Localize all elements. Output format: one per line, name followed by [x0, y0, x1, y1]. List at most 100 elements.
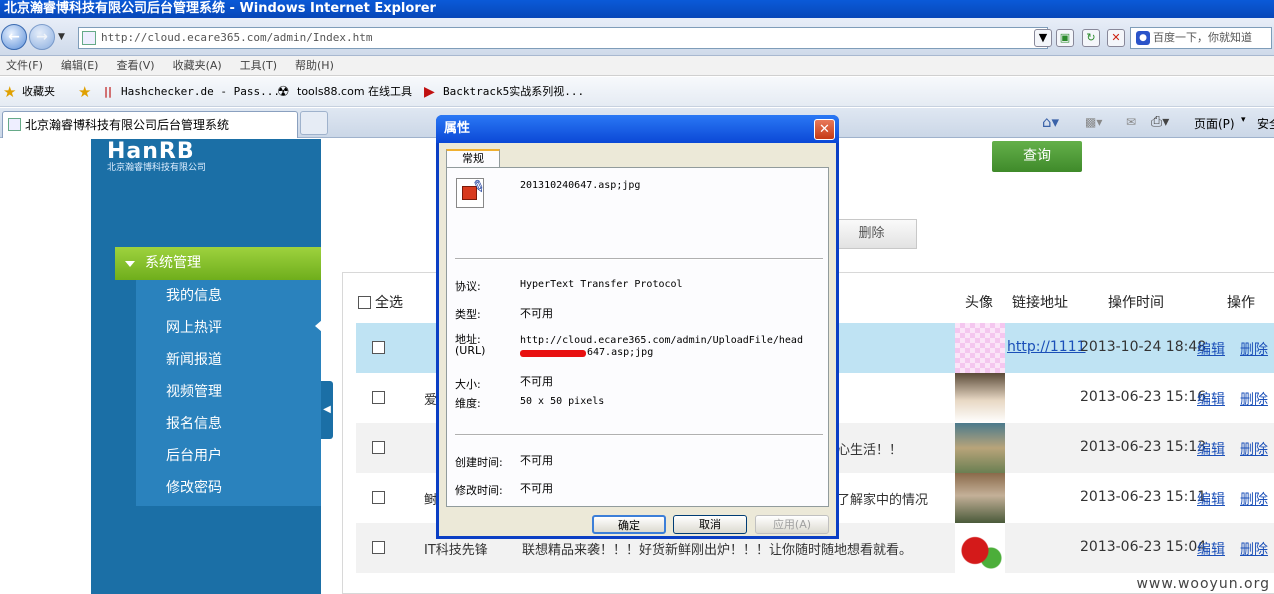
page-menu-arrow-icon: ▾	[1241, 115, 1246, 125]
header-link: 链接地址	[1012, 295, 1068, 311]
row-title: IT科技先锋	[424, 543, 488, 558]
address-input[interactable]: http://cloud.ecare365.com/admin/Index.ht…	[78, 27, 1048, 49]
row-checkbox[interactable]	[372, 341, 385, 354]
type-value: 不可用	[520, 307, 553, 320]
edit-link[interactable]: 编辑	[1197, 439, 1225, 459]
delete-link[interactable]: 删除	[1240, 389, 1268, 409]
delete-link[interactable]: 删除	[1240, 339, 1268, 359]
edit-link[interactable]: 编辑	[1197, 389, 1225, 409]
row-link[interactable]: http://1111	[1007, 339, 1086, 355]
page-icon	[82, 31, 96, 45]
address-dropdown-icon[interactable]: ▼	[1034, 29, 1052, 47]
dimensions-label: 维度:	[455, 397, 481, 410]
address-label-url: (URL)	[455, 344, 486, 357]
search-button[interactable]: 查询	[992, 141, 1082, 172]
feeds-icon[interactable]: ▩▾	[1085, 115, 1102, 129]
file-name: 201310240647.asp;jpg	[520, 180, 641, 191]
avatar	[955, 323, 1005, 373]
address-toolbar: ← → ▼ http://cloud.ecare365.com/admin/In…	[0, 18, 1274, 56]
menu-favorites[interactable]: 收藏夹(A)	[173, 56, 222, 76]
sidebar-item-hot-reviews[interactable]: 网上热评	[166, 312, 222, 344]
avatar	[955, 523, 1005, 573]
tab-title: 北京瀚睿博科技有限公司后台管理系统	[25, 118, 230, 132]
fav-item-tools88[interactable]: tools88.com 在线工具	[297, 77, 412, 107]
star-icon[interactable]: ★	[3, 77, 16, 107]
print-icon[interactable]: ⎙▾	[1151, 114, 1169, 130]
sidebar-section-system[interactable]: 系统管理	[115, 247, 321, 280]
search-input[interactable]: 百度一下，你就知道	[1130, 27, 1272, 49]
close-icon[interactable]: ✕	[814, 119, 835, 140]
row-checkbox[interactable]	[372, 541, 385, 554]
logo: HanRB 北京瀚睿博科技有限公司	[107, 139, 247, 173]
safety-menu[interactable]: 安全	[1257, 115, 1274, 132]
sidebar-item-signup[interactable]: 报名信息	[166, 408, 222, 440]
fav-item-backtrack[interactable]: Backtrack5实战系列视...	[443, 77, 584, 107]
cancel-button[interactable]: 取消	[673, 515, 747, 534]
sidebar-item-my-info[interactable]: 我的信息	[166, 280, 222, 312]
stop-icon[interactable]: ✕	[1107, 29, 1125, 47]
hashchecker-icon: ||	[104, 85, 113, 98]
chevron-down-icon	[125, 261, 135, 267]
menu-help[interactable]: 帮助(H)	[295, 56, 334, 76]
page-icon	[8, 118, 21, 131]
delete-button[interactable]: 删除	[826, 219, 917, 249]
row-content: 可了解家中的情况	[824, 493, 929, 508]
apply-button[interactable]: 应用(A)	[755, 515, 829, 534]
menu-edit[interactable]: 编辑(E)	[61, 56, 99, 76]
compat-view-icon[interactable]: ▣	[1056, 29, 1074, 47]
sidebar-item-news[interactable]: 新闻报道	[166, 344, 222, 376]
row-checkbox[interactable]	[372, 491, 385, 504]
dimensions-value: 50 x 50 pixels	[520, 396, 605, 407]
avatar	[955, 423, 1005, 473]
created-value: 不可用	[520, 454, 553, 467]
baidu-icon: ●	[1136, 31, 1150, 45]
tab-general[interactable]: 常规	[446, 149, 500, 168]
menu-file[interactable]: 文件(F)	[6, 56, 43, 76]
protocol-label: 协议:	[455, 280, 481, 293]
back-button[interactable]: ←	[1, 24, 27, 50]
row-date: 2013-06-23 15:16	[1080, 389, 1207, 405]
general-pane: ✎ 201310240647.asp;jpg 协议: HyperText Tra…	[446, 167, 829, 507]
size-label: 大小:	[455, 378, 481, 391]
select-all-checkbox[interactable]	[358, 296, 371, 309]
bowtie-icon: ▶	[424, 84, 435, 100]
sidebar-item-video[interactable]: 视频管理	[166, 376, 222, 408]
delete-link[interactable]: 删除	[1240, 489, 1268, 509]
row-checkbox[interactable]	[372, 441, 385, 454]
edit-link[interactable]: 编辑	[1197, 339, 1225, 359]
dialog-title: 属性	[436, 115, 839, 143]
sidebar-item-change-password[interactable]: 修改密码	[166, 472, 222, 504]
add-favorite-icon[interactable]: ★	[78, 77, 91, 107]
collapse-sidebar-button[interactable]: ◀	[321, 381, 333, 439]
menu-bar: 文件(F) 编辑(E) 查看(V) 收藏夹(A) 工具(T) 帮助(H)	[0, 56, 1274, 76]
row-date: 2013-06-23 15:04	[1080, 539, 1207, 555]
new-tab-button[interactable]	[300, 111, 328, 135]
file-icon: ✎	[456, 175, 488, 208]
address-value-line2: 647.asp;jpg	[587, 347, 654, 358]
tab-admin[interactable]: 北京瀚睿博科技有限公司后台管理系统	[2, 111, 298, 138]
forward-button[interactable]: →	[29, 24, 55, 50]
mail-icon[interactable]: ✉	[1126, 115, 1136, 129]
sidebar-item-admin-users[interactable]: 后台用户	[166, 440, 222, 472]
window-title: 北京瀚睿博科技有限公司后台管理系统 - Windows Internet Exp…	[0, 0, 1274, 18]
favorites-label[interactable]: 收藏夹	[22, 77, 55, 107]
row-checkbox[interactable]	[372, 391, 385, 404]
fav-item-hashchecker[interactable]: Hashchecker.de - Pass...	[121, 77, 280, 107]
history-dropdown-icon[interactable]: ▼	[58, 32, 65, 42]
sidebar-submenu: 我的信息 网上热评 新闻报道 视频管理 报名信息 后台用户 修改密码	[136, 280, 322, 506]
ok-button[interactable]: 确定	[592, 515, 666, 534]
header-select-all[interactable]: 全选	[375, 292, 403, 312]
delete-link[interactable]: 删除	[1240, 439, 1268, 459]
modified-value: 不可用	[520, 482, 553, 495]
protocol-value: HyperText Transfer Protocol	[520, 279, 683, 290]
row-date: 2013-06-23 15:13	[1080, 439, 1207, 455]
menu-view[interactable]: 查看(V)	[116, 56, 154, 76]
delete-link[interactable]: 删除	[1240, 539, 1268, 559]
avatar	[955, 473, 1005, 523]
menu-tools[interactable]: 工具(T)	[240, 56, 277, 76]
refresh-icon[interactable]: ↻	[1082, 29, 1100, 47]
page-menu[interactable]: 页面(P)	[1194, 115, 1235, 132]
home-icon[interactable]: ⌂▾	[1042, 113, 1059, 131]
edit-link[interactable]: 编辑	[1197, 539, 1225, 559]
edit-link[interactable]: 编辑	[1197, 489, 1225, 509]
